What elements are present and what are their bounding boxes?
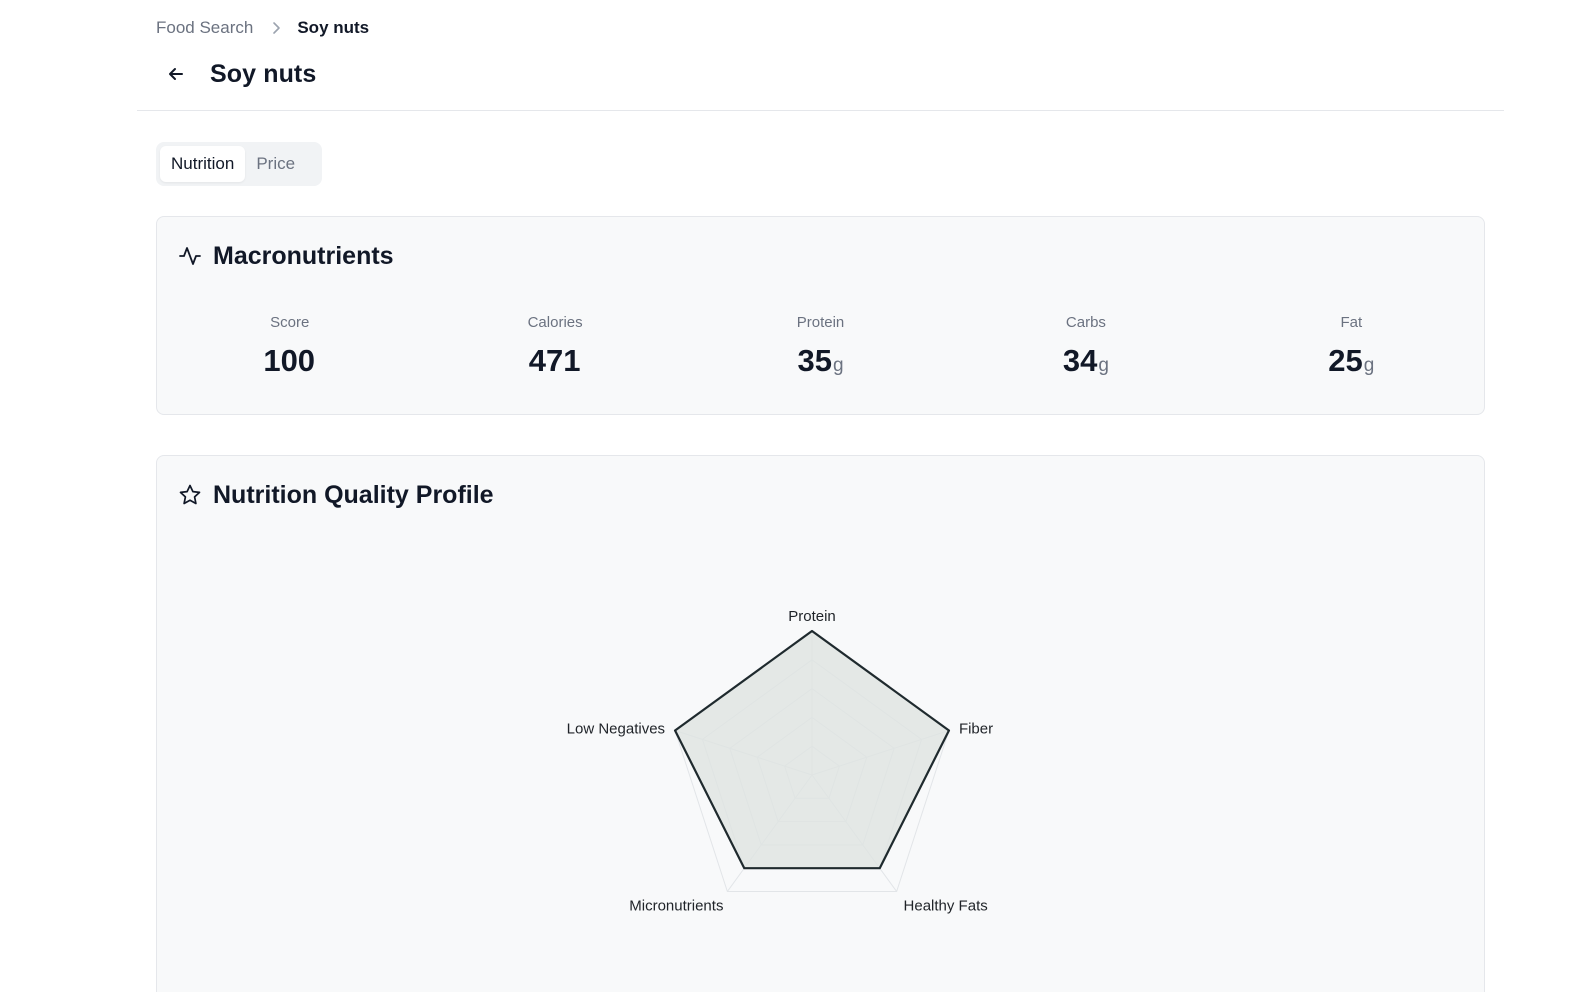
stat-value-row: 471 bbox=[529, 343, 582, 379]
macro-stats: Score 100 Calories 471 Protein 35 g Carb… bbox=[157, 313, 1484, 379]
stat-carbs: Carbs 34 g bbox=[953, 313, 1218, 379]
radar-chart-svg: Protein Fiber Healthy Fats Micronutrients Lo… bbox=[567, 608, 993, 914]
stat-value-row: 35 g bbox=[797, 343, 843, 379]
stat-value-row: 100 bbox=[263, 343, 316, 379]
stat-label: Score bbox=[270, 314, 310, 331]
stat-fat: Fat 25 g bbox=[1219, 313, 1484, 379]
stat-score: Score 100 bbox=[157, 313, 422, 379]
page-title: Soy nuts bbox=[210, 59, 317, 88]
stat-unit: g bbox=[1098, 355, 1109, 376]
tab-list: Nutrition Price bbox=[156, 142, 322, 186]
back-button[interactable] bbox=[156, 54, 196, 94]
stat-value: 35 bbox=[797, 343, 832, 378]
chevron-right-icon bbox=[271, 21, 281, 35]
stat-protein: Protein 35 g bbox=[688, 313, 953, 379]
stat-value-row: 34 g bbox=[1063, 343, 1109, 379]
tab-nutrition[interactable]: Nutrition bbox=[160, 146, 246, 182]
stat-value: 25 bbox=[1328, 343, 1363, 378]
arrow-left-icon bbox=[166, 64, 186, 84]
food-detail-page: Food Search Soy nuts Soy nuts Nutrition … bbox=[0, 0, 1586, 992]
stat-calories: Calories 471 bbox=[422, 313, 687, 379]
breadcrumb: Food Search Soy nuts bbox=[156, 16, 369, 40]
stat-value-row: 25 g bbox=[1328, 343, 1374, 379]
stat-label: Carbs bbox=[1065, 314, 1106, 331]
radar-axis-label: Fiber bbox=[959, 721, 993, 738]
activity-icon bbox=[177, 243, 203, 269]
stat-value: 34 bbox=[1062, 343, 1098, 378]
radar-axis-label: Micronutrients bbox=[629, 897, 723, 914]
radar-axis-label: Low Negatives bbox=[567, 721, 665, 738]
stat-label: Calories bbox=[527, 314, 583, 331]
radar-axis-label: Healthy Fats bbox=[904, 897, 988, 914]
stat-unit: g bbox=[1363, 355, 1375, 376]
stat-unit: g bbox=[832, 355, 844, 376]
stat-value: 100 bbox=[263, 343, 316, 378]
quality-profile-card: Nutrition Quality Profile Protein Fiber He… bbox=[156, 455, 1485, 992]
radar-chart: Protein Fiber Healthy Fats Micronutrients Lo… bbox=[157, 456, 1484, 992]
macronutrients-header: Macronutrients bbox=[177, 239, 394, 273]
stat-value: 471 bbox=[528, 343, 581, 378]
radar-series-area bbox=[673, 629, 951, 870]
radar-axis-label: Protein bbox=[788, 608, 836, 625]
breadcrumb-food-search-link[interactable]: Food Search bbox=[156, 18, 253, 38]
tab-price[interactable]: Price bbox=[245, 146, 306, 182]
breadcrumb-current: Soy nuts bbox=[297, 18, 370, 37]
macronutrients-card: Macronutrients Score 100 Calories 471 Pr… bbox=[156, 216, 1485, 415]
header-divider bbox=[137, 110, 1504, 111]
title-row: Soy nuts bbox=[156, 54, 316, 94]
macronutrients-title: Macronutrients bbox=[213, 241, 394, 270]
stat-label: Fat bbox=[1340, 314, 1363, 331]
stat-label: Protein bbox=[796, 314, 845, 331]
